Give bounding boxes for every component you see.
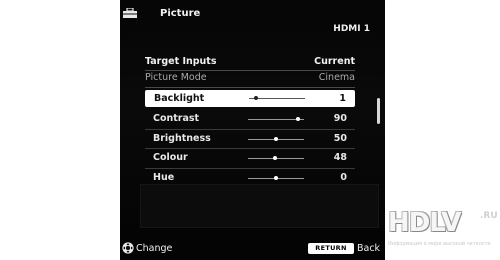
setting-slider[interactable] bbox=[248, 156, 304, 160]
description-box bbox=[140, 184, 379, 228]
setting-value: 90 bbox=[333, 113, 347, 124]
setting-value: 50 bbox=[333, 132, 347, 144]
setting-row-brightness[interactable]: Brightness 50 bbox=[145, 130, 355, 149]
setting-label: Backlight bbox=[154, 93, 205, 104]
menu-header: Picture bbox=[120, 3, 385, 23]
menu-footer: Change RETURN Back bbox=[120, 241, 385, 257]
picture-mode-value: Cinema bbox=[318, 72, 355, 83]
setting-row-backlight[interactable]: Backlight 1 bbox=[145, 90, 355, 107]
watermark-logo-text: HDLV bbox=[388, 208, 461, 238]
setting-row-colour[interactable]: Colour 48 bbox=[145, 149, 355, 169]
slider-knob[interactable] bbox=[274, 136, 278, 141]
setting-slider[interactable] bbox=[249, 96, 305, 100]
divider bbox=[145, 87, 355, 88]
tv-menu-screen: Picture HDMI 1 Target Inputs Current Pic… bbox=[120, 0, 385, 260]
slider-knob[interactable] bbox=[253, 96, 258, 100]
watermark-logo: HDLV .RU Информация о мире высокой четко… bbox=[388, 208, 498, 260]
picture-mode-label: Picture Mode bbox=[145, 72, 207, 83]
return-button[interactable]: RETURN bbox=[308, 243, 354, 254]
setting-label: Brightness bbox=[153, 132, 211, 144]
scrollbar[interactable] bbox=[377, 98, 380, 124]
setting-value: 0 bbox=[340, 171, 347, 183]
change-label: Change bbox=[136, 243, 173, 254]
slider-knob[interactable] bbox=[296, 117, 301, 121]
setting-slider[interactable] bbox=[248, 136, 304, 141]
setting-label: Colour bbox=[153, 152, 188, 163]
picture-mode-row[interactable]: Picture Mode Cinema bbox=[145, 72, 355, 86]
settings-list: Backlight 1 Contrast 90 Brightness 50 Colour 48… bbox=[145, 90, 355, 188]
toolbox-icon bbox=[123, 8, 137, 18]
divider bbox=[145, 70, 355, 71]
setting-slider[interactable] bbox=[248, 117, 304, 121]
setting-value: 48 bbox=[333, 152, 347, 163]
target-inputs-row[interactable]: Target Inputs Current bbox=[145, 56, 355, 70]
setting-value: 1 bbox=[339, 93, 346, 104]
dpad-icon bbox=[122, 242, 134, 254]
watermark-tagline: Информация о мире высокой четкости bbox=[388, 241, 491, 247]
setting-label: Contrast bbox=[153, 113, 200, 124]
target-inputs-value: Current bbox=[314, 56, 355, 67]
slider-knob[interactable] bbox=[274, 175, 278, 180]
watermark-logo-suffix: .RU bbox=[480, 211, 498, 221]
target-inputs-label: Target Inputs bbox=[145, 56, 217, 67]
setting-row-contrast[interactable]: Contrast 90 bbox=[145, 110, 355, 130]
slider-knob[interactable] bbox=[272, 156, 277, 160]
setting-label: Hue bbox=[153, 171, 175, 183]
back-label: Back bbox=[357, 243, 381, 254]
menu-title: Picture bbox=[160, 8, 201, 19]
input-name: HDMI 1 bbox=[333, 24, 370, 34]
setting-slider[interactable] bbox=[248, 175, 304, 180]
